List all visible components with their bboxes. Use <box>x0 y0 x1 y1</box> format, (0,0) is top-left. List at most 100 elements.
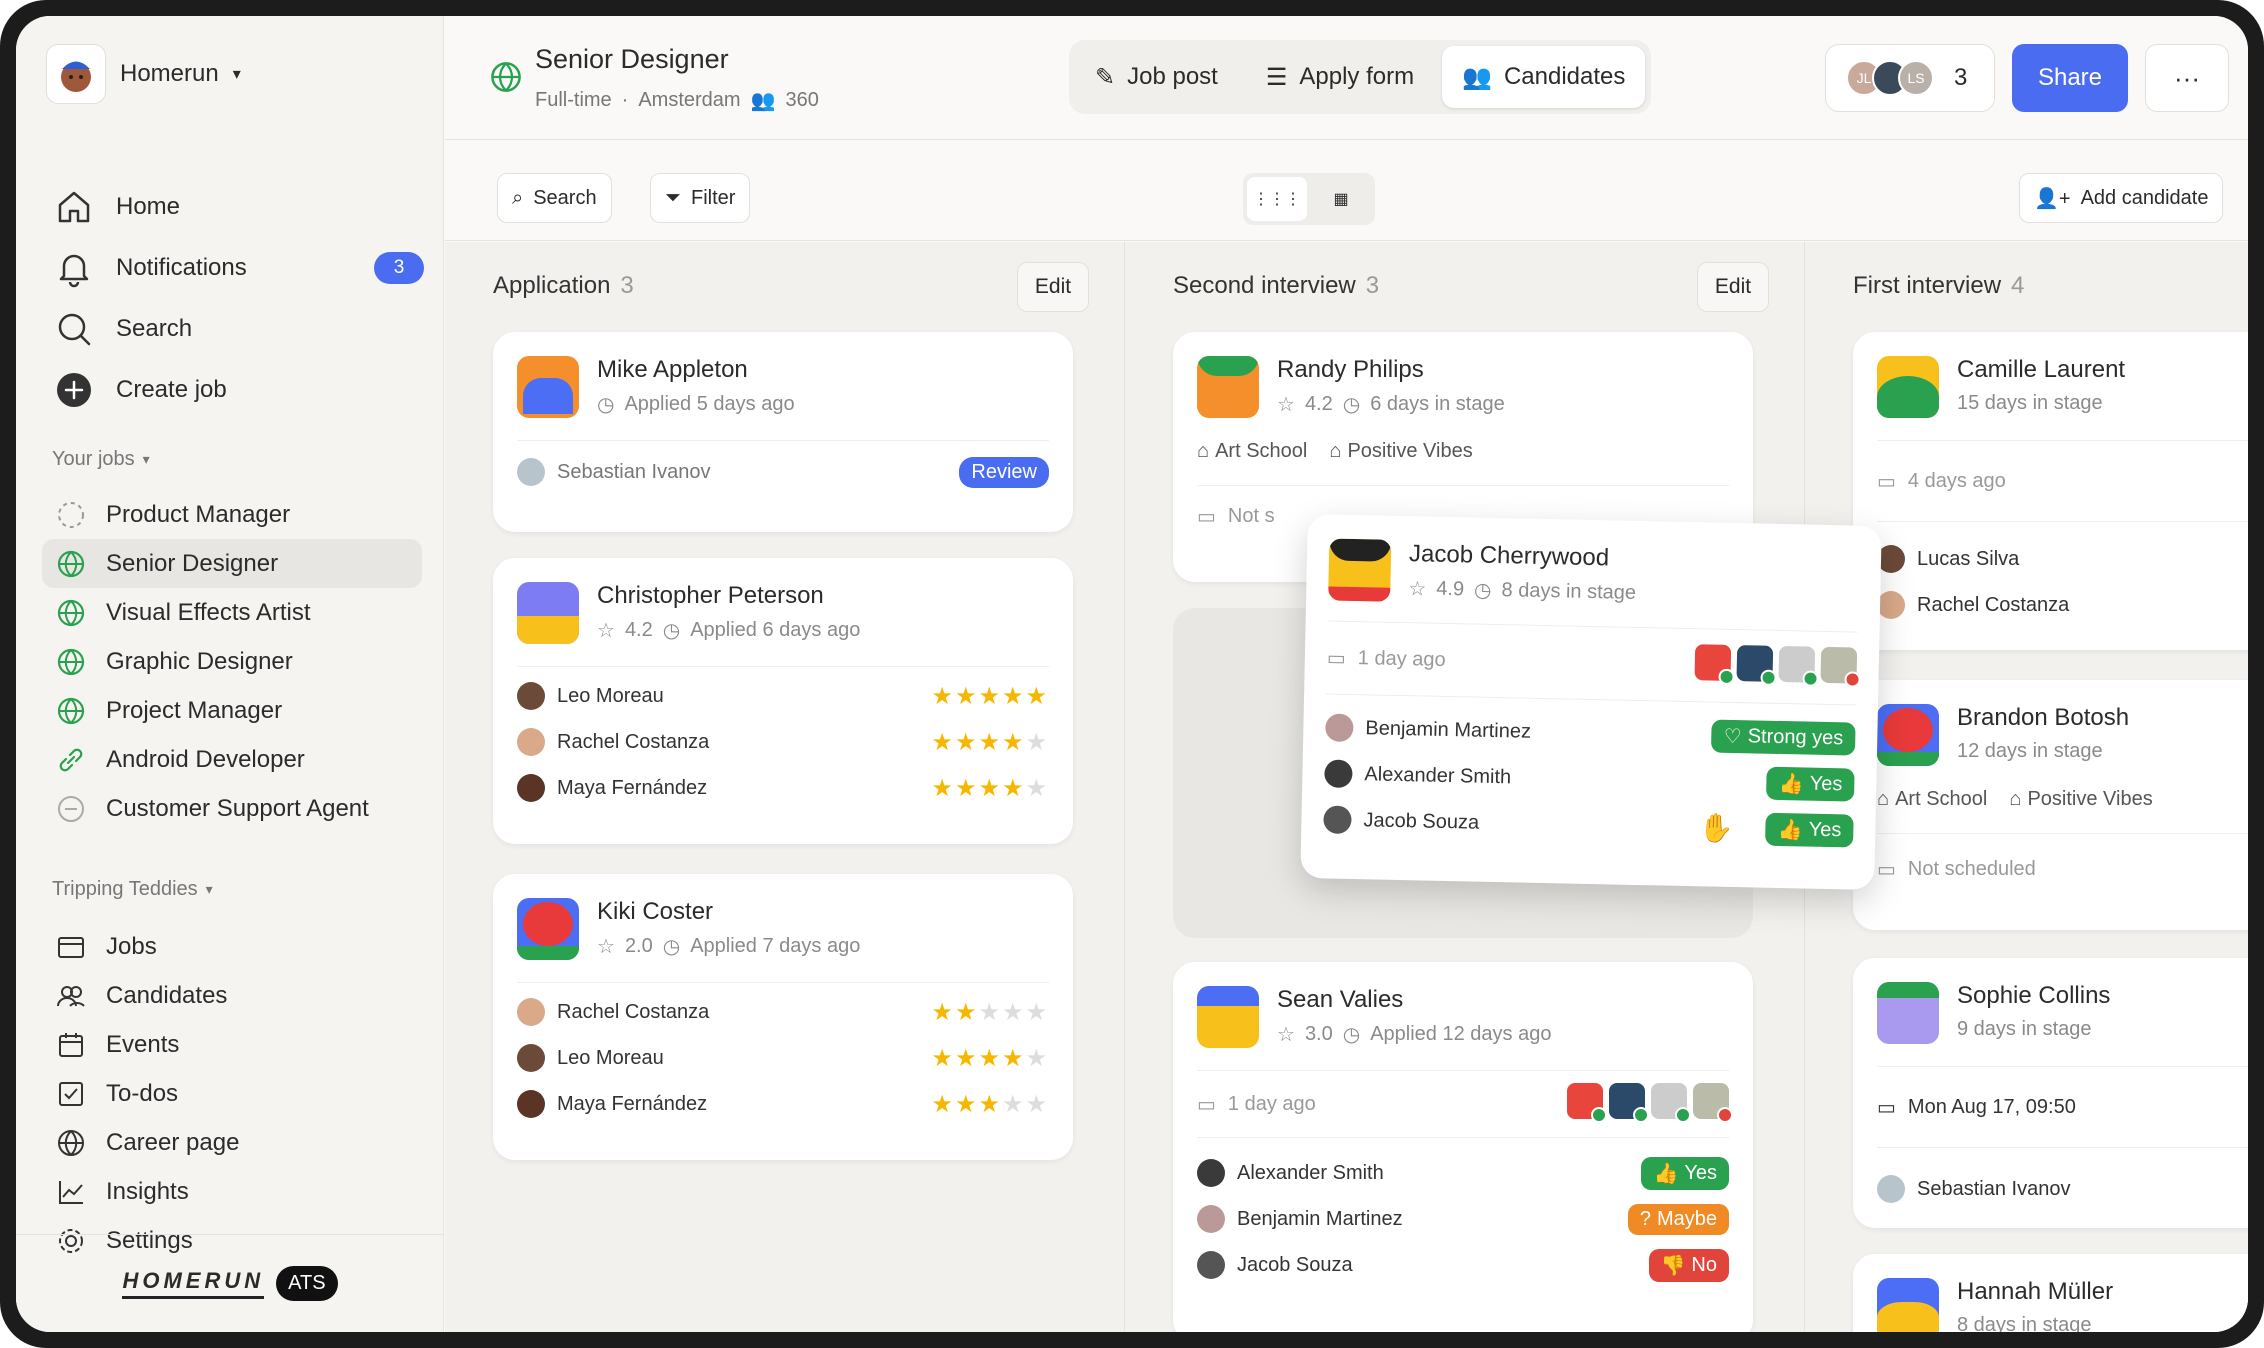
candidate-card[interactable]: Kiki Coster ☆ 2.0 ◷ Applied 7 days ago Rach… <box>493 874 1073 1160</box>
job-item-project-manager[interactable]: Project Manager <box>42 686 422 735</box>
filter-label: Filter <box>691 186 736 209</box>
chart-line-icon <box>59 1180 83 1204</box>
filter-button[interactable]: ⏷ Filter <box>650 173 751 223</box>
vote-label: No <box>1691 1253 1717 1276</box>
dragging-candidate-card[interactable]: Jacob Cherrywood ☆ 4.9 ◷ 8 days in stage ▭ 1… <box>1300 514 1882 890</box>
device-frame: Homerun ▾ Home Notifications 3 Search Cr… <box>0 0 2264 1348</box>
job-label: Senior Designer <box>106 549 279 577</box>
avatar <box>1567 1083 1607 1123</box>
team-nav-label: Candidates <box>106 981 228 1009</box>
tab-candidates[interactable]: 👥 Candidates <box>1442 46 1646 108</box>
interviewer-avatars <box>1688 644 1861 690</box>
tag-label: Art School <box>1895 788 1988 810</box>
team-nav-insights[interactable]: Insights <box>42 1167 422 1216</box>
question-icon: ? <box>1639 1207 1651 1230</box>
globe-icon <box>491 62 521 92</box>
job-list: Product Manager Senior Designer Visual E… <box>42 490 436 833</box>
vote-label: Yes <box>1808 818 1842 841</box>
team-header[interactable]: Tripping Teddies ▾ <box>52 878 213 901</box>
nav-create-job[interactable]: Create job <box>54 359 424 420</box>
search-button[interactable]: ⌕ Search <box>497 173 612 223</box>
grab-cursor-icon: ✋ <box>1698 811 1735 844</box>
column-name: Application <box>493 272 611 299</box>
team-nav-career-page[interactable]: Career page <box>42 1118 422 1167</box>
nav-create-job-label: Create job <box>116 375 227 403</box>
avatar <box>1694 644 1735 685</box>
review-button[interactable]: Review <box>959 456 1049 488</box>
workspace-switcher[interactable]: Homerun ▾ <box>46 44 241 104</box>
link-icon <box>59 748 83 771</box>
candidate-card[interactable]: Mike Appleton ◷ Applied 5 days ago Sebast… <box>493 332 1073 532</box>
avatar <box>1778 645 1819 687</box>
tab-apply-form[interactable]: ☰ Apply form <box>1246 46 1434 108</box>
add-candidate-button[interactable]: 👤+ Add candidate <box>2019 173 2224 223</box>
job-label: Graphic Designer <box>106 647 293 675</box>
homerun-logo: HOMERUN <box>122 1268 265 1299</box>
candidate-card[interactable]: Sean Valies ☆ 3.0 ◷ Applied 12 days ago ▭ 1 … <box>1173 962 1753 1332</box>
candidate-avatar <box>1197 986 1259 1048</box>
nav-notifications-label: Notifications <box>116 253 247 281</box>
star-rating: ★★★★★ <box>931 682 1049 710</box>
notifications-badge: 3 <box>374 252 424 284</box>
avatar <box>1197 1251 1225 1279</box>
voter-name: Jacob Souza <box>1237 1253 1353 1276</box>
person-name: Lucas Silva <box>1917 547 2020 570</box>
board-view-icon[interactable]: ⋮⋮⋮ <box>1247 177 1307 221</box>
app-window: Homerun ▾ Home Notifications 3 Search Cr… <box>16 16 2248 1332</box>
filter-icon: ⏷ <box>665 186 681 209</box>
candidate-card[interactable]: Camille Laurent 15 days in stage ▭ 4 days … <box>1853 332 2248 650</box>
nav-notifications[interactable]: Notifications 3 <box>54 237 424 298</box>
candidate-card[interactable]: Christopher Peterson ☆ 4.2 ◷ Applied 6 days… <box>493 558 1073 844</box>
team-nav: Jobs Candidates Events To-dos Career pag… <box>56 922 422 1265</box>
collaborator-count: 3 <box>1954 64 1968 91</box>
checkbox-icon <box>59 1081 83 1106</box>
tab-job-post[interactable]: ✎ Job post <box>1075 46 1238 108</box>
team-nav-events[interactable]: Events <box>42 1020 422 1069</box>
board-toolbar: ⌕ Search ⏷ Filter ⋮⋮⋮ ▦ 👤+ Add candidate <box>445 141 2248 241</box>
job-header: Senior Designer Full-time · Amsterdam 👥 3… <box>445 16 2248 140</box>
edit-column-button[interactable]: Edit <box>1017 262 1089 312</box>
video-icon: ▭ <box>1877 1096 1896 1119</box>
your-jobs-header[interactable]: Your jobs ▾ <box>52 448 150 471</box>
candidate-card[interactable]: Sophie Collins 9 days in stage ▭ Mon Aug 1… <box>1853 958 2248 1228</box>
share-button[interactable]: Share <box>2012 44 2128 112</box>
avatar <box>1877 1175 1905 1203</box>
grid-view-icon[interactable]: ▦ <box>1311 177 1371 221</box>
more-button[interactable]: ··· <box>2145 44 2229 112</box>
candidate-rating: 4.2 <box>1304 393 1333 415</box>
tab-label: Candidates <box>1503 63 1626 90</box>
job-item-customer-support-agent[interactable]: Customer Support Agent <box>42 784 422 833</box>
nav-search[interactable]: Search <box>54 298 424 359</box>
chevron-down-icon: ▾ <box>205 881 213 897</box>
job-item-graphic-designer[interactable]: Graphic Designer <box>42 637 422 686</box>
candidate-name: Sophie Collins <box>1957 982 2111 1009</box>
job-item-visual-effects-artist[interactable]: Visual Effects Artist <box>42 588 422 637</box>
job-item-product-manager[interactable]: Product Manager <box>42 490 422 539</box>
globe-icon <box>58 1129 84 1156</box>
avatar <box>1324 759 1353 789</box>
team-nav-jobs[interactable]: Jobs <box>42 922 422 971</box>
candidate-card[interactable]: Brandon Botosh 12 days in stage ⌂ Art Scho… <box>1853 680 2248 930</box>
interviewer-avatars <box>1561 1083 1733 1125</box>
video-icon: ▭ <box>1326 646 1346 670</box>
candidate-card[interactable]: Hannah Müller 8 days in stage <box>1853 1254 2248 1332</box>
avatar <box>1325 713 1354 743</box>
star-icon: ☆ <box>597 620 615 642</box>
archived-circle-icon <box>58 795 84 822</box>
job-label: Visual Effects Artist <box>106 598 311 626</box>
edit-column-button[interactable]: Edit <box>1697 262 1769 312</box>
candidate-name: Jacob Cherrywood <box>1408 540 1610 572</box>
checklist-icon: ☰ <box>1265 63 1288 91</box>
collaborators[interactable]: JL LS 3 <box>1825 44 1995 112</box>
team-label: Tripping Teddies <box>52 878 198 900</box>
job-location: Amsterdam <box>638 89 741 111</box>
candidate-rating: 4.9 <box>1436 577 1465 601</box>
job-item-senior-designer[interactable]: Senior Designer <box>42 539 422 588</box>
team-nav-todos[interactable]: To-dos <box>42 1069 422 1118</box>
nav-home[interactable]: Home <box>54 176 424 237</box>
job-item-android-developer[interactable]: Android Developer <box>42 735 422 784</box>
job-label: Project Manager <box>106 696 283 724</box>
job-type: Full-time <box>535 89 612 111</box>
team-nav-candidates[interactable]: Candidates <box>42 971 422 1020</box>
candidate-meta: Applied 7 days ago <box>690 935 861 957</box>
